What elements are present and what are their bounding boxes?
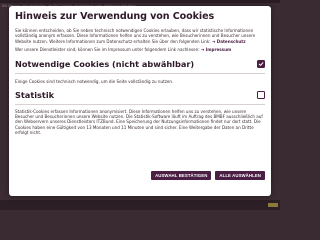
link-arrow-icon: ➔ [211,38,216,44]
section-statistics-title: Statistik [15,90,55,101]
dialog-buttons: AUSWAHL BESTÄTIGEN ALLE AUSWÄHLEN [151,171,265,180]
confirm-selection-button[interactable]: AUSWAHL BESTÄTIGEN [151,171,212,180]
imprint-paragraph: Wer unsere Dienstleister sind, können Si… [15,47,265,52]
background-footer-accent [268,203,278,207]
checkmark-icon [258,62,264,67]
section-divider [15,73,265,74]
statistics-checkbox[interactable] [257,91,265,100]
section-statistics-description: Statistik-Cookies erfassen Informationen… [15,108,263,135]
section-necessary-header: Notwendige Cookies (nicht abwählbar) [15,59,265,69]
cookie-consent-dialog: Hinweis zur Verwendung von Cookies Sie k… [9,6,271,196]
section-necessary-description: Einige Cookies sind technisch notwendig,… [15,78,174,84]
necessary-checkbox[interactable] [257,60,265,69]
section-statistics-header: Statistik [15,90,265,100]
select-all-button[interactable]: ALLE AUSWÄHLEN [215,171,265,180]
dialog-intro: Sie können entscheiden, ob Sie neben tec… [15,28,265,44]
background-top-bar [0,0,280,3]
link-arrow-icon: ➔ [200,46,205,52]
section-necessary-title: Notwendige Cookies (nicht abwählbar) [15,59,195,70]
imprint-link[interactable]: Impressum [206,47,232,52]
privacy-link[interactable]: Datenschutz [217,39,246,44]
imprint-text: Wer unsere Dienstleister sind, können Si… [15,46,200,52]
background-footer [0,200,280,210]
section-divider [15,104,265,105]
dialog-title: Hinweis zur Verwendung von Cookies [15,11,215,22]
